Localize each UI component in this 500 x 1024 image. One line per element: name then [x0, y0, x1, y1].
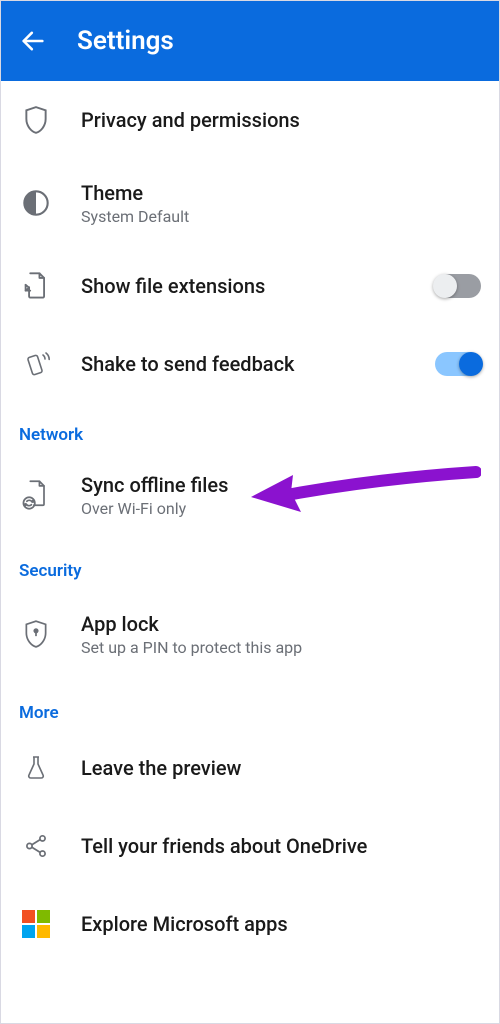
flask-icon [24, 754, 48, 782]
shake-phone-icon [21, 349, 51, 379]
page-title: Settings [77, 26, 174, 56]
settings-list: Privacy and permissions Theme System Def… [1, 81, 499, 1023]
section-network: Network [1, 403, 499, 451]
row-label: Show file extensions [81, 274, 407, 298]
row-tell-friends[interactable]: Tell your friends about OneDrive [1, 807, 499, 885]
toggle-file-extensions[interactable] [435, 274, 481, 298]
row-label: Tell your friends about OneDrive [81, 834, 481, 858]
row-sublabel: System Default [81, 207, 481, 226]
row-label: Shake to send feedback [81, 352, 407, 376]
row-label: Privacy and permissions [81, 108, 481, 132]
toggle-shake-feedback[interactable] [435, 352, 481, 376]
row-label: Theme [81, 181, 481, 205]
row-explore-microsoft-apps[interactable]: Explore Microsoft apps [1, 885, 499, 963]
row-sublabel: Over Wi-Fi only [81, 499, 481, 518]
microsoft-logo-icon [22, 910, 50, 938]
row-sublabel: Set up a PIN to protect this app [81, 638, 481, 657]
row-sync-offline-files[interactable]: Sync offline files Over Wi-Fi only [1, 451, 499, 539]
row-theme[interactable]: Theme System Default [1, 159, 499, 247]
row-leave-preview[interactable]: Leave the preview [1, 729, 499, 807]
section-security: Security [1, 539, 499, 587]
row-app-lock[interactable]: App lock Set up a PIN to protect this ap… [1, 587, 499, 681]
settings-screen: Settings Privacy and permissions Theme S… [0, 0, 500, 1024]
file-code-icon [22, 271, 50, 301]
arrow-left-icon [19, 27, 47, 55]
row-label: App lock [81, 612, 481, 636]
share-icon [23, 832, 49, 860]
shield-icon [23, 105, 49, 135]
section-more: More [1, 681, 499, 729]
row-label: Explore Microsoft apps [81, 912, 481, 936]
back-button[interactable] [17, 25, 49, 57]
row-label: Sync offline files [81, 473, 481, 497]
row-show-file-extensions[interactable]: Show file extensions [1, 247, 499, 325]
shield-lock-icon [23, 619, 49, 649]
app-header: Settings [1, 1, 499, 81]
row-label: Leave the preview [81, 756, 481, 780]
row-shake-feedback[interactable]: Shake to send feedback [1, 325, 499, 403]
file-sync-icon [22, 479, 50, 511]
contrast-icon [22, 189, 50, 217]
row-privacy-permissions[interactable]: Privacy and permissions [1, 81, 499, 159]
